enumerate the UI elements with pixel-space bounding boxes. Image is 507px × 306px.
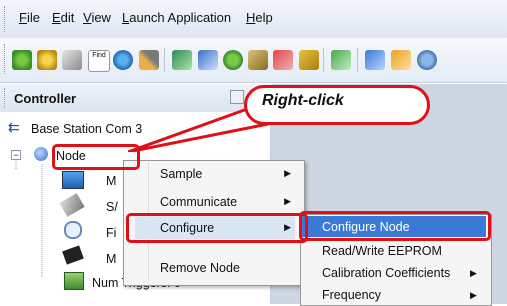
node-discovery-icon[interactable] — [12, 50, 32, 70]
menu-grip — [4, 6, 8, 32]
tree-collapse-icon[interactable]: − — [11, 150, 21, 160]
context-item-label: Communicate — [160, 195, 238, 209]
chart-icon[interactable] — [365, 50, 385, 70]
node-icon — [34, 147, 48, 161]
controller-title: Controller — [14, 91, 77, 106]
triggers-icon — [64, 272, 84, 290]
context-item-sample[interactable]: Sample ▶ — [135, 163, 295, 185]
find-text-icon[interactable]: Find — [88, 50, 110, 72]
menu-file[interactable]: File — [19, 10, 40, 25]
tree-child-m1[interactable]: M — [106, 174, 116, 188]
annotation-box-configure — [126, 213, 308, 243]
menu-help[interactable]: Help — [246, 10, 273, 25]
flag-icon[interactable] — [391, 50, 411, 70]
magnifier-icon — [64, 221, 82, 239]
sweep-icon[interactable] — [172, 50, 192, 70]
context-item-communicate[interactable]: Communicate ▶ — [135, 191, 295, 213]
signal-icon[interactable] — [331, 50, 351, 70]
sync-icon[interactable] — [417, 50, 437, 70]
callout-text: Right-click — [262, 92, 344, 109]
toolbar-grip — [4, 44, 8, 74]
submenu-arrow-icon: ▶ — [470, 290, 477, 300]
tree-child-fi[interactable]: Fi — [106, 226, 116, 240]
menu-edit[interactable]: Edit — [52, 10, 74, 25]
toolbar-separator — [164, 48, 165, 72]
submenu-item-frequency[interactable]: Frequency — [322, 288, 381, 302]
nodes-icon[interactable] — [223, 50, 243, 70]
annotation-box-configure-node — [299, 211, 491, 241]
controller-grip — [4, 88, 8, 108]
annotation-box-node — [52, 144, 140, 170]
submenu-arrow-icon: ▶ — [284, 168, 291, 178]
wand-icon[interactable] — [198, 50, 218, 70]
context-item-label: Sample — [160, 167, 203, 181]
monitor-icon — [62, 171, 84, 189]
usb-icon: ⇇ — [8, 119, 20, 135]
globe-icon[interactable] — [113, 50, 133, 70]
submenu-arrow-icon: ▶ — [284, 196, 291, 206]
network-icon[interactable] — [62, 50, 82, 70]
tree-child-s[interactable]: S/ — [106, 200, 118, 214]
pencil-icon[interactable] — [299, 50, 319, 70]
dock-pin-icon[interactable] — [230, 90, 244, 104]
submenu-item-calibration-coefficients[interactable]: Calibration Coefficients — [322, 266, 450, 280]
submenu-arrow-icon: ▶ — [470, 268, 477, 278]
menu-view[interactable]: View — [83, 10, 111, 25]
toolbar-separator — [323, 48, 324, 72]
toolbar-separator — [357, 48, 358, 72]
tree-base-station[interactable]: Base Station Com 3 — [31, 122, 142, 136]
menu-launch-application[interactable]: Launch Application — [122, 10, 231, 25]
tree-child-m2[interactable]: M — [106, 252, 116, 266]
wrench-icon[interactable] — [139, 50, 159, 70]
context-item-remove-node[interactable]: Remove Node — [135, 257, 295, 279]
radio-icon[interactable] — [248, 50, 268, 70]
submenu-item-read-write-eeprom[interactable]: Read/Write EEPROM — [322, 244, 442, 258]
find-icon[interactable] — [37, 50, 57, 70]
edit-icon[interactable] — [273, 50, 293, 70]
context-item-label: Remove Node — [160, 261, 240, 275]
